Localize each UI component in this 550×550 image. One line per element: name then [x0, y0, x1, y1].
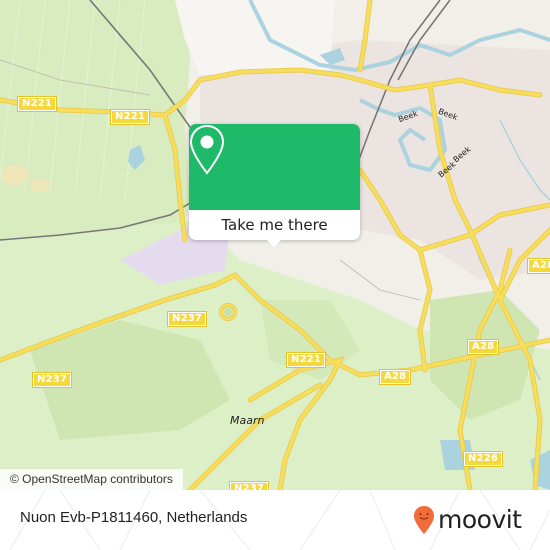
location-title: Nuon Evb-P1811460, Netherlands	[20, 509, 248, 526]
road-label-n237: N237	[31, 372, 73, 388]
road-label-n237: N237	[228, 481, 270, 490]
take-me-there-button[interactable]: Take me there	[189, 210, 360, 240]
road-label-n226: N226	[462, 451, 504, 467]
road-label-n221: N221	[285, 352, 327, 368]
road-label-n221: N221	[109, 109, 151, 125]
popup-header	[189, 124, 360, 210]
footer: Nuon Evb-P1811460, Netherlands moovit	[0, 490, 550, 550]
location-pin-icon	[189, 124, 225, 175]
map-attribution[interactable]: © OpenStreetMap contributors	[0, 469, 183, 490]
road-label-a28: A28	[378, 369, 412, 385]
moovit-pin-icon	[414, 506, 434, 534]
road-label-n221: N221	[16, 96, 58, 112]
moovit-logo[interactable]: moovit	[413, 503, 522, 537]
road-label-a28: A28	[466, 339, 500, 355]
place-label-maarn: Maarn	[230, 414, 265, 427]
moovit-wordmark: moovit	[438, 505, 522, 534]
popup-pointer	[267, 240, 281, 247]
location-popup: Take me there	[189, 124, 360, 247]
map[interactable]: N221 N221 N237 N237 N221 A28 A28 A28 N22…	[0, 0, 550, 490]
road-label-n237: N237	[166, 311, 208, 327]
road-label-a28: A28	[526, 258, 550, 274]
